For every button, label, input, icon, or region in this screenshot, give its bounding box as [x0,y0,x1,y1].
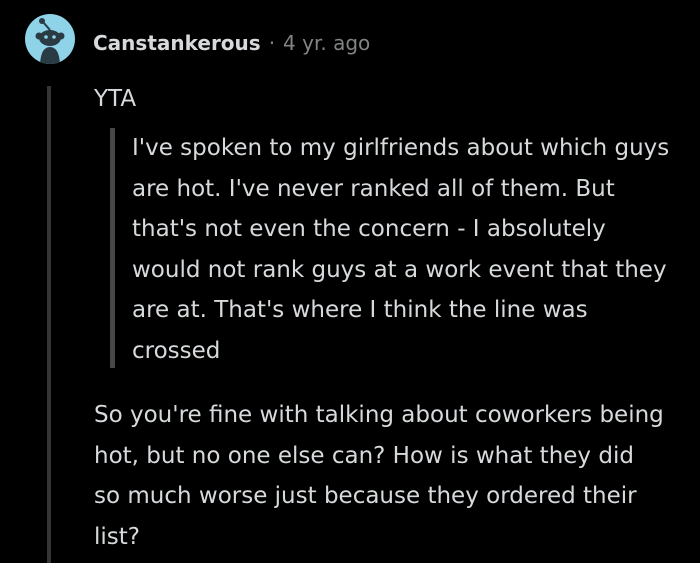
thread-collapse-line[interactable] [47,86,51,563]
comment-paragraph-reply: So you're fine with talking about cowork… [94,402,664,550]
reddit-snoo-avatar-icon [35,18,65,64]
comment-paragraph-verdict: YTA [94,86,137,112]
timestamp-link[interactable]: 4 yr. ago [283,31,370,55]
comment: Canstankerous · 4 yr. ago YTA I've spoke… [0,0,700,563]
username-link[interactable]: Canstankerous [93,31,261,55]
blockquote-text: I've spoken to my girlfriends about whic… [132,135,670,364]
user-avatar[interactable] [25,14,75,64]
separator-dot: · [268,31,276,55]
blockquote-bar [110,128,115,368]
comment-header: Canstankerous · 4 yr. ago [93,26,370,60]
